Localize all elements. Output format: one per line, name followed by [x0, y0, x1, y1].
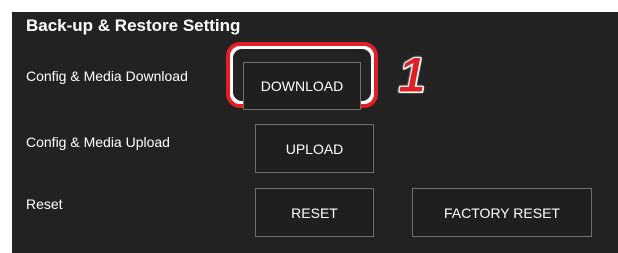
- factory-reset-button[interactable]: FACTORY RESET: [412, 188, 592, 237]
- reset-button[interactable]: RESET: [255, 188, 374, 237]
- download-button[interactable]: DOWNLOAD: [243, 62, 361, 110]
- upload-button[interactable]: UPLOAD: [255, 124, 374, 173]
- step-number-annotation: 1: [398, 47, 427, 103]
- config-media-download-label: Config & Media Download: [26, 68, 188, 84]
- reset-label: Reset: [26, 196, 63, 212]
- section-title: Back-up & Restore Setting: [26, 16, 241, 35]
- config-media-upload-label: Config & Media Upload: [26, 134, 170, 150]
